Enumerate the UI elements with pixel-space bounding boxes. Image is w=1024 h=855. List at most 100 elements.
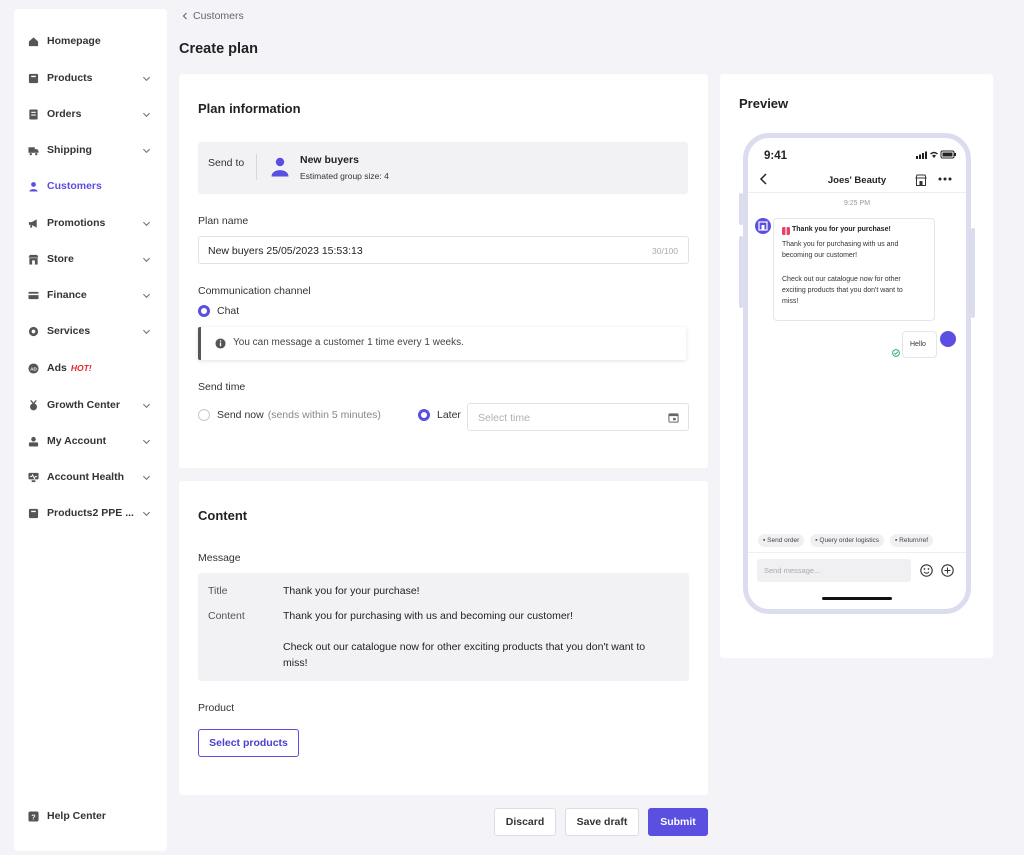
svg-text:?: ?: [31, 812, 36, 821]
breadcrumb-label: Customers: [193, 10, 244, 22]
customers-icon: [28, 181, 39, 192]
channel-label: Communication channel: [198, 285, 311, 297]
send-now-radio[interactable]: Send now (sends within 5 minutes): [198, 409, 381, 421]
send-now-hint: (sends within 5 minutes): [267, 409, 381, 421]
radio-selected: [198, 305, 210, 317]
message-box: Title Thank you for your purchase! Conte…: [198, 573, 689, 681]
chevron-left-icon: [182, 12, 187, 20]
phone-time: 9:41: [764, 150, 788, 162]
message-content-key: Content: [208, 610, 245, 622]
quick-reply-logistics[interactable]: ▪ Query order logistics: [810, 534, 885, 547]
bubble-line: miss!: [782, 298, 799, 305]
plan-name-label: Plan name: [198, 215, 249, 227]
chevron-down-icon: [142, 293, 151, 299]
chevron-down-icon: [142, 76, 151, 82]
sidebar-item-label: Orders: [47, 108, 82, 120]
radio-selected: [418, 409, 430, 421]
status-icons: [916, 150, 956, 159]
sidebar-item-orders[interactable]: Orders: [14, 102, 167, 126]
products-icon: [28, 73, 39, 84]
reply-bubble: Hello: [902, 331, 937, 358]
notice-text: You can message a customer 1 time every …: [233, 337, 464, 348]
message-label: Message: [198, 552, 241, 564]
chevron-down-icon: [142, 403, 151, 409]
sidebar-item-help-center[interactable]: ? Help Center: [14, 804, 167, 828]
ads-icon: AD: [28, 362, 39, 374]
plan-name-counter: 30/100: [652, 246, 678, 256]
sidebar-item-growth-center[interactable]: Growth Center: [14, 393, 167, 417]
bubble-line: Check out our catalogue now for other: [782, 276, 901, 283]
preview-title: Preview: [739, 96, 789, 111]
help-icon: ?: [28, 810, 39, 822]
select-time-input[interactable]: Select time: [467, 403, 689, 431]
emoji-icon[interactable]: [920, 564, 933, 577]
chevron-down-icon: [142, 257, 151, 263]
chevron-down-icon: [142, 329, 151, 335]
sidebar-item-homepage[interactable]: Homepage: [14, 29, 167, 53]
later-label: Later: [437, 409, 461, 421]
divider: [256, 154, 257, 180]
phone-preview: 9:41 Joes' Beauty 9:25 PM Thank you for …: [743, 133, 971, 614]
bubble-line: becoming our customer!: [782, 252, 858, 259]
sidebar-item-shipping[interactable]: Shipping: [14, 138, 167, 162]
sidebar-item-account-health[interactable]: Account Health: [14, 465, 167, 489]
save-draft-button[interactable]: Save draft: [565, 808, 639, 836]
discard-button[interactable]: Discard: [494, 808, 556, 836]
sidebar: Homepage Products Orders Shipping Custom…: [14, 9, 167, 851]
calendar-icon: [668, 413, 679, 423]
channel-chat-radio[interactable]: Chat: [198, 305, 239, 317]
plan-name-input[interactable]: New buyers 25/05/2023 15:53:13 30/100: [198, 236, 689, 264]
sidebar-item-label: Customers: [47, 180, 102, 192]
sidebar-item-services[interactable]: Services: [14, 319, 167, 343]
user-avatar: [940, 331, 956, 347]
content-title: Content: [198, 508, 248, 523]
send-now-label: Send now: [217, 409, 264, 421]
message-content-line: Check out our catalogue now for other ex…: [283, 641, 646, 653]
account-icon: [28, 436, 39, 447]
user-icon: [271, 157, 289, 177]
card-icon: [28, 290, 39, 301]
sidebar-item-promotions[interactable]: Promotions: [14, 211, 167, 235]
chevron-down-icon: [142, 112, 151, 118]
sidebar-item-ads[interactable]: AD Ads HOT!: [14, 356, 167, 380]
quick-replies: ▪ Send order ▪ Query order logistics ▪ R…: [758, 534, 934, 547]
chevron-down-icon: [142, 439, 151, 445]
sent-check-icon: [892, 349, 900, 357]
message-input[interactable]: Send message...: [757, 559, 911, 582]
store-icon[interactable]: [915, 174, 927, 186]
plan-information-title: Plan information: [198, 101, 301, 116]
more-icon[interactable]: [938, 176, 952, 182]
store-icon: [28, 254, 39, 265]
shipping-icon: [28, 145, 39, 156]
breadcrumb[interactable]: Customers: [181, 10, 244, 22]
plus-icon[interactable]: [941, 564, 954, 577]
content-card: Content Message Title Thank you for your…: [179, 481, 708, 795]
sidebar-item-finance[interactable]: Finance: [14, 283, 167, 307]
shop-name: Joes' Beauty: [827, 175, 887, 186]
shop-avatar: [755, 218, 771, 234]
send-to-label: Send to: [208, 157, 245, 169]
message-title-value: Thank you for your purchase!: [283, 585, 420, 597]
quick-reply-send-order[interactable]: ▪ Send order: [758, 534, 805, 547]
info-icon: [215, 338, 226, 349]
services-icon: [28, 326, 39, 337]
divider: [748, 192, 966, 193]
sidebar-item-products2[interactable]: Products2 PPE ...: [14, 501, 167, 525]
message-content-line: Thank you for purchasing with us and bec…: [283, 610, 574, 622]
group-name: New buyers: [300, 154, 359, 166]
sidebar-item-products[interactable]: Products: [14, 66, 167, 90]
select-products-button[interactable]: Select products: [198, 729, 299, 757]
notice-box: You can message a customer 1 time every …: [198, 327, 686, 360]
bubble-line: exciting products that you don't want to: [782, 287, 903, 294]
sidebar-item-label: Store: [47, 253, 74, 265]
bubble-line: Thank you for purchasing with us and: [782, 241, 899, 248]
quick-reply-return[interactable]: ▪ Return/ref: [890, 534, 934, 547]
bubble-title: Thank you for your purchase!: [792, 226, 891, 233]
sidebar-item-my-account[interactable]: My Account: [14, 429, 167, 453]
submit-button[interactable]: Submit: [648, 808, 708, 836]
sidebar-item-store[interactable]: Store: [14, 247, 167, 271]
later-radio[interactable]: Later: [418, 409, 461, 421]
chevron-down-icon: [142, 511, 151, 517]
orders-icon: [28, 108, 39, 120]
sidebar-item-customers[interactable]: Customers: [14, 174, 167, 198]
